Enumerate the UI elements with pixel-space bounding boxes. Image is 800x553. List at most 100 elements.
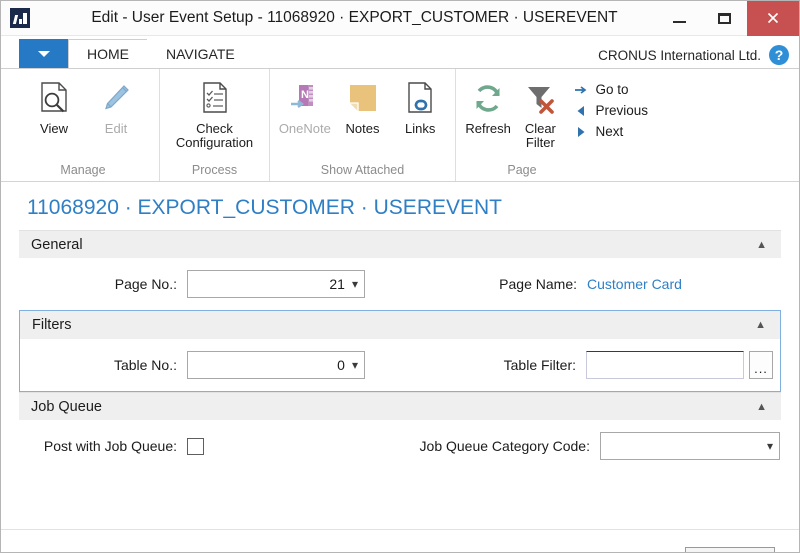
section-body-general: Page No.: 21 ▾ Page Name: Customer Card	[19, 258, 781, 310]
maximize-button[interactable]	[702, 1, 747, 35]
section-body-job-queue: Post with Job Queue: Job Queue Category …	[19, 420, 781, 472]
section-body-filters: Table No.: 0 ▾ Table Filter: ...	[20, 339, 780, 391]
section-title-general: General	[31, 236, 83, 253]
chevron-up-icon[interactable]: ▲	[755, 319, 770, 331]
ribbon-button-go-to[interactable]: Go to	[570, 79, 654, 100]
file-menu-button[interactable]	[19, 39, 69, 68]
table-filter-input[interactable]	[586, 351, 744, 379]
ribbon-group-label-manage: Manage	[60, 163, 106, 177]
refresh-icon	[471, 79, 505, 119]
post-with-job-queue-checkbox[interactable]	[187, 437, 204, 455]
dynamics-nav-icon	[10, 8, 30, 28]
field-label-table-no: Table No.:	[113, 357, 177, 373]
title-bar: Edit - User Event Setup - 11068920 · EXP…	[1, 1, 799, 36]
minimize-button[interactable]	[657, 1, 702, 35]
section-header-filters[interactable]: Filters ▲	[20, 311, 780, 339]
page-title: 11068920 · EXPORT_CUSTOMER · USEREVENT	[27, 196, 502, 219]
field-table-no: Table No.: 0 ▾	[20, 351, 365, 379]
field-label-page-name: Page Name:	[499, 276, 577, 292]
ribbon-button-view[interactable]: View	[23, 75, 85, 136]
field-label-job-queue-category-code: Job Queue Category Code:	[419, 438, 590, 454]
arrow-right-solid-icon	[572, 126, 590, 138]
field-table-filter: Table Filter: ...	[386, 351, 773, 379]
page-body: 11068920 · EXPORT_CUSTOMER · USEREVENT G…	[1, 182, 799, 552]
ribbon-label-refresh: Refresh	[465, 121, 511, 136]
page-name-value-link[interactable]: Customer Card	[587, 276, 682, 292]
ribbon: View Edit Manage Check Configuration Pro…	[1, 69, 799, 182]
checklist-document-icon	[199, 79, 231, 119]
section-general: General ▲ Page No.: 21 ▾ Page Name: Cust…	[19, 230, 781, 310]
section-header-general[interactable]: General ▲	[19, 230, 781, 258]
close-button[interactable]	[747, 1, 799, 36]
close-icon	[767, 12, 779, 24]
section-filters: Filters ▲ Table No.: 0 ▾ Table Filter: .	[19, 310, 781, 392]
ribbon-button-refresh[interactable]: Refresh	[462, 75, 514, 136]
chevron-down-icon: ▾	[351, 277, 358, 291]
page-no-dropdown[interactable]: 21 ▾	[187, 270, 365, 298]
ribbon-button-notes[interactable]: Notes	[334, 75, 392, 136]
link-document-icon	[404, 79, 436, 119]
ribbon-label-check-configuration: Check Configuration	[175, 121, 254, 150]
chevron-down-icon	[38, 50, 50, 57]
ribbon-group-label-page: Page	[507, 163, 537, 177]
tab-home[interactable]: HOME	[68, 39, 148, 68]
arrow-right-icon	[572, 84, 590, 96]
svg-text:N: N	[301, 89, 309, 101]
ribbon-label-links: Links	[405, 121, 436, 136]
ribbon-label-view: View	[40, 121, 68, 136]
ribbon-label-clear-filter: Clear Filter	[524, 121, 556, 150]
field-label-table-filter: Table Filter:	[503, 357, 576, 373]
table-no-value: 0	[337, 357, 345, 373]
ribbon-button-check-configuration[interactable]: Check Configuration	[172, 75, 258, 150]
section-title-filters: Filters	[32, 317, 72, 333]
ribbon-button-onenote[interactable]: N OneNote	[276, 75, 334, 136]
field-job-queue-category-code: Job Queue Category Code: ▾	[400, 432, 780, 460]
tab-navigate[interactable]: NAVIGATE	[147, 39, 254, 68]
chevron-down-icon: ▾	[766, 439, 773, 453]
view-page-icon	[37, 79, 71, 119]
pencil-edit-icon	[100, 79, 132, 119]
ribbon-label-edit: Edit	[104, 121, 128, 136]
ribbon-label-notes: Notes	[345, 121, 380, 136]
ribbon-group-label-process: Process	[191, 163, 238, 177]
chevron-up-icon[interactable]: ▲	[756, 239, 771, 251]
section-title-job-queue: Job Queue	[31, 398, 102, 415]
ribbon-group-page: Refresh Clear Filter Go to Previous Next…	[455, 69, 670, 181]
chevron-up-icon[interactable]: ▲	[756, 401, 771, 413]
onenote-icon: N	[287, 79, 323, 119]
window-title: Edit - User Event Setup - 11068920 · EXP…	[91, 9, 618, 26]
help-icon[interactable]: ?	[769, 45, 789, 65]
ribbon-group-process: Check Configuration Process	[159, 69, 269, 181]
field-post-with-job-queue: Post with Job Queue:	[19, 437, 204, 455]
ribbon-label-go-to: Go to	[595, 82, 629, 97]
ribbon-button-edit[interactable]: Edit	[85, 75, 147, 136]
table-no-dropdown[interactable]: 0 ▾	[187, 351, 365, 379]
field-label-post-with-job-queue: Post with Job Queue:	[43, 438, 177, 454]
ribbon-group-show-attached: N OneNote Notes Links Show Attached	[269, 69, 455, 181]
section-job-queue: Job Queue ▲ Post with Job Queue: Job Que…	[19, 392, 781, 472]
job-queue-category-code-dropdown[interactable]: ▾	[600, 432, 780, 460]
company-name-label: CRONUS International Ltd.	[598, 48, 761, 63]
ribbon-small-commands: Go to Previous Next	[566, 75, 664, 142]
dialog-footer: OK	[1, 529, 799, 552]
table-filter-assist-edit-button[interactable]: ...	[749, 351, 773, 379]
application-window: Edit - User Event Setup - 11068920 · EXP…	[0, 0, 800, 553]
ribbon-tab-bar: HOME NAVIGATE CRONUS International Ltd. …	[1, 36, 799, 69]
sticky-note-icon	[346, 79, 380, 119]
ribbon-button-clear-filter[interactable]: Clear Filter	[514, 75, 566, 150]
ribbon-group-label-show-attached: Show Attached	[320, 163, 405, 177]
chevron-down-icon: ▾	[351, 358, 358, 372]
ribbon-group-manage: View Edit Manage	[7, 69, 159, 181]
field-label-page-no: Page No.:	[114, 276, 177, 292]
field-page-no: Page No.: 21 ▾	[19, 270, 365, 298]
ribbon-label-next: Next	[595, 124, 624, 139]
ribbon-button-links[interactable]: Links	[391, 75, 449, 136]
page-no-value: 21	[329, 276, 345, 292]
arrow-left-icon	[572, 105, 590, 117]
ok-button[interactable]: OK	[685, 546, 775, 552]
ribbon-button-previous[interactable]: Previous	[570, 100, 654, 121]
ribbon-button-next[interactable]: Next	[570, 121, 654, 142]
section-header-job-queue[interactable]: Job Queue ▲	[19, 392, 781, 420]
clear-filter-icon	[523, 79, 557, 119]
ribbon-label-previous: Previous	[595, 103, 648, 118]
